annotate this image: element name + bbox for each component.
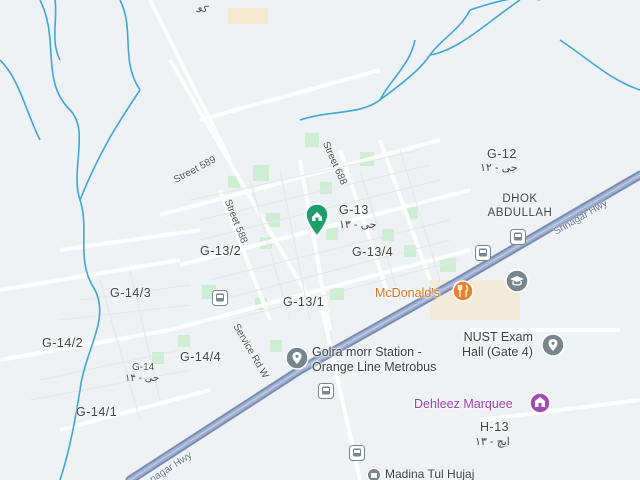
sector-label-g14-2: G-14/2: [42, 336, 84, 350]
restaurant-icon[interactable]: [452, 280, 474, 302]
event-venue-icon[interactable]: [529, 392, 551, 414]
neighborhood-dhok-abdullah: DHOK ABDULLAH: [487, 193, 553, 219]
sector-label-g14-3: G-14/3: [110, 286, 152, 300]
bus-stop-icon[interactable]: [475, 245, 491, 261]
sector-urdu-h13: ایچ - ۱۳: [475, 436, 510, 448]
poi-label-golra-morr-station[interactable]: Golra morr Station - Orange Line Metrobu…: [312, 345, 436, 375]
transit-station-icon[interactable]: [285, 346, 309, 370]
bus-stop-icon[interactable]: [510, 229, 526, 245]
location-pin-icon[interactable]: [304, 203, 330, 239]
sector-urdu-g13: جی - ۱۳: [339, 219, 377, 231]
sector-label-g12: G-12: [487, 147, 517, 161]
poi-label-golra-line1: Golra morr Station -: [312, 345, 422, 359]
sector-label-h13: H-13: [480, 420, 510, 434]
poi-label-mcdonalds[interactable]: McDonald's: [375, 286, 440, 300]
bus-stop-icon[interactable]: [212, 290, 228, 306]
poi-label-nust-line2: Hall (Gate 4): [462, 345, 533, 359]
sector-urdu-g14: جی - ۱۴: [125, 373, 160, 384]
poi-label-nust-exam-hall[interactable]: NUST Exam Hall (Gate 4): [462, 330, 533, 360]
sector-label-g14: G-14: [132, 362, 155, 373]
poi-label-nust-line1: NUST Exam: [463, 330, 533, 344]
sector-label-g14-4: G-14/4: [180, 350, 222, 364]
sector-label-g13-2: G-13/2: [200, 244, 242, 258]
poi-label-golra-line2: Orange Line Metrobus: [312, 360, 437, 374]
shop-icon[interactable]: [367, 468, 381, 480]
sector-label-g13-4: G-13/4: [352, 245, 394, 259]
sector-urdu-g12: جی - ۱۲: [480, 162, 518, 174]
poi-label-madina-tul-hujaj[interactable]: Madina Tul Hujaj: [385, 467, 474, 480]
place-icon[interactable]: [541, 333, 565, 357]
sector-label-g14-1: G-14/1: [76, 405, 118, 419]
sector-label-g13: G-13: [339, 203, 369, 217]
sector-label-g13-1: G-13/1: [283, 295, 325, 309]
bus-stop-icon[interactable]: [318, 383, 334, 399]
school-icon[interactable]: [505, 269, 529, 293]
poi-label-dehleez-marquee[interactable]: Dehleez Marquee: [414, 397, 513, 411]
map-canvas[interactable]: G-13 جی - ۱۳ G-12 جی - ۱۲ G-13/2 G-13/4 …: [0, 0, 640, 480]
bus-stop-icon[interactable]: [349, 445, 365, 461]
